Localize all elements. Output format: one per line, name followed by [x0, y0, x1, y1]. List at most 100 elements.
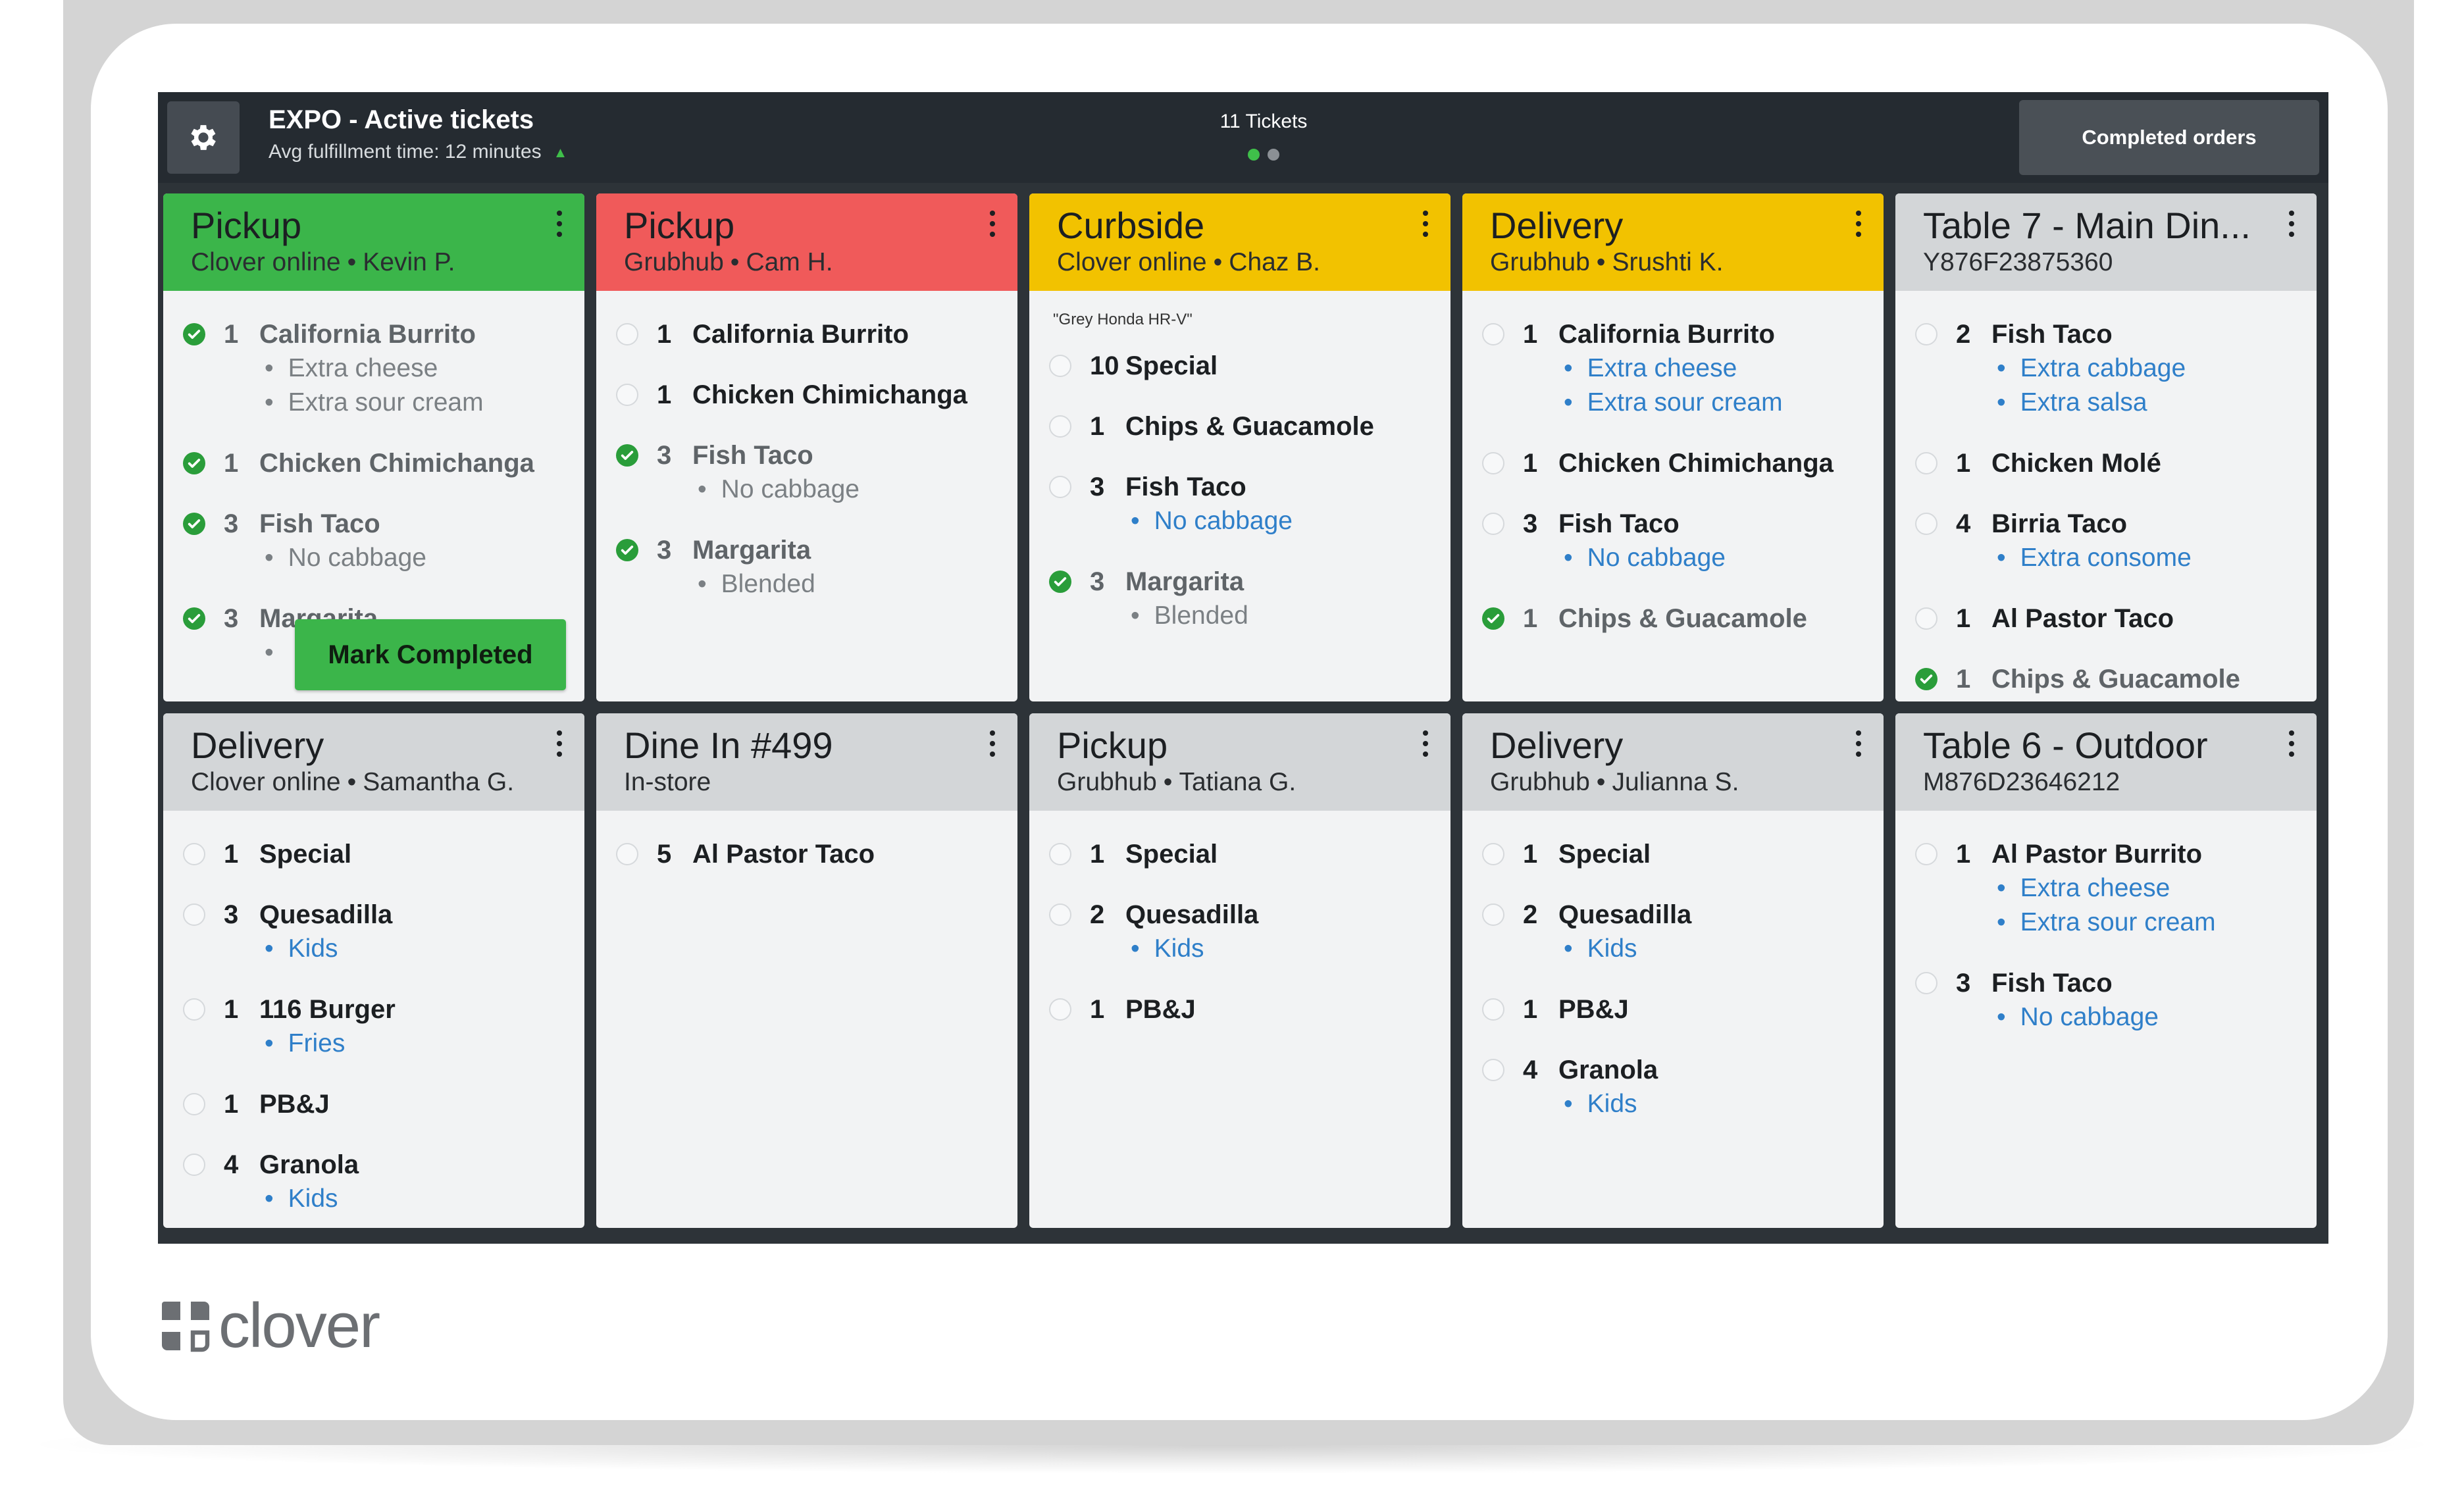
ticket-card[interactable]: Table 7 - Main Din... Y876F23875360 2 Fish …	[1895, 193, 2317, 701]
unchecked-circle-icon[interactable]	[1915, 972, 1938, 994]
order-item[interactable]: 3MargaritaBlended	[1049, 565, 1450, 633]
order-item[interactable]: 1 Chicken Chimichanga	[183, 446, 584, 480]
order-item[interactable]: 10 Special	[1049, 349, 1450, 383]
unchecked-circle-icon[interactable]	[1049, 998, 1071, 1021]
order-item[interactable]: 2 Fish TacoExtra cabbageExtra salsa	[1915, 317, 2317, 420]
checked-circle-icon[interactable]	[616, 539, 638, 561]
order-item[interactable]: 1 Special	[183, 837, 584, 871]
unchecked-circle-icon[interactable]	[1482, 998, 1504, 1021]
more-options-icon[interactable]	[2286, 211, 2297, 237]
order-item[interactable]: 3Fish TacoNo cabbage	[183, 507, 584, 575]
unchecked-circle-icon[interactable]	[1915, 323, 1938, 345]
more-options-icon[interactable]	[554, 211, 565, 237]
unchecked-circle-icon[interactable]	[1049, 476, 1071, 498]
more-options-icon[interactable]	[1420, 211, 1431, 237]
order-item[interactable]: 1 Chicken Molé	[1915, 446, 2317, 480]
checked-circle-icon[interactable]	[183, 513, 205, 535]
order-item[interactable]: 1 Al Pastor Taco	[1915, 601, 2317, 636]
more-options-icon[interactable]	[1853, 730, 1864, 757]
more-options-icon[interactable]	[1853, 211, 1864, 237]
ticket-header[interactable]: Delivery Clover online • Samantha G.	[163, 713, 584, 811]
order-item[interactable]: 3Fish TacoNo cabbage	[1915, 966, 2317, 1034]
unchecked-circle-icon[interactable]	[616, 384, 638, 406]
unchecked-circle-icon[interactable]	[1482, 903, 1504, 926]
unchecked-circle-icon[interactable]	[1482, 513, 1504, 535]
order-item[interactable]: 1 Al Pastor BurritoExtra cheeseExtra sour…	[1915, 837, 2317, 940]
unchecked-circle-icon[interactable]	[1049, 843, 1071, 865]
more-options-icon[interactable]	[2286, 730, 2297, 757]
unchecked-circle-icon[interactable]	[1482, 843, 1504, 865]
order-item[interactable]: 1 116 BurgerFries	[183, 992, 584, 1061]
unchecked-circle-icon[interactable]	[183, 843, 205, 865]
ticket-header[interactable]: Pickup Grubhub • Tatiana G.	[1029, 713, 1450, 811]
ticket-card[interactable]: Delivery Clover online • Samantha G. 1 Specia…	[163, 713, 584, 1228]
unchecked-circle-icon[interactable]	[1915, 452, 1938, 474]
order-item[interactable]: 3 Quesadilla Kids	[183, 898, 584, 966]
page-dot[interactable]	[1268, 149, 1279, 161]
order-item[interactable]: 1 PB&J	[1049, 992, 1450, 1027]
order-item[interactable]: 1 Chips & Guacamole	[1049, 409, 1450, 444]
checked-circle-icon[interactable]	[1482, 607, 1504, 630]
ticket-header[interactable]: Pickup Clover online • Kevin P.	[163, 193, 584, 291]
order-item[interactable]: 1 PB&J	[183, 1087, 584, 1121]
order-item[interactable]: 3Fish TacoNo cabbage	[1049, 470, 1450, 538]
order-item[interactable]: 2 Quesadilla Kids	[1049, 898, 1450, 966]
unchecked-circle-icon[interactable]	[616, 843, 638, 865]
order-item[interactable]: 1 Special	[1482, 837, 1884, 871]
order-item[interactable]: 4 Granola Kids	[183, 1148, 584, 1216]
ticket-card[interactable]: Dine In #499 In-store 5 Al Pastor Taco	[596, 713, 1017, 1228]
ticket-card[interactable]: Pickup Clover online • Kevin P. 1 California …	[163, 193, 584, 701]
order-item[interactable]: 1 California BurritoExtra cheeseExtra sou…	[183, 317, 584, 420]
order-item[interactable]: 1 PB&J	[1482, 992, 1884, 1027]
ticket-card[interactable]: Table 6 - Outdoor M876D23646212 1 Al Pastor…	[1895, 713, 2317, 1228]
checked-circle-icon[interactable]	[183, 452, 205, 474]
checked-circle-icon[interactable]	[616, 444, 638, 467]
unchecked-circle-icon[interactable]	[1915, 607, 1938, 630]
ticket-card[interactable]: Delivery Grubhub • Srushti K. 1 California Bu…	[1462, 193, 1884, 701]
order-item[interactable]: 1 California Burrito	[616, 317, 1017, 351]
ticket-header[interactable]: Pickup Grubhub • Cam H.	[596, 193, 1017, 291]
more-options-icon[interactable]	[1420, 730, 1431, 757]
ticket-header[interactable]: Delivery Grubhub • Julianna S.	[1462, 713, 1884, 811]
order-item[interactable]: 1 Chicken Chimichanga	[616, 378, 1017, 412]
order-item[interactable]: 3MargaritaBlended	[616, 533, 1017, 601]
unchecked-circle-icon[interactable]	[1482, 452, 1504, 474]
order-item[interactable]: 3Fish TacoNo cabbage	[1482, 507, 1884, 575]
checked-circle-icon[interactable]	[1915, 668, 1938, 690]
unchecked-circle-icon[interactable]	[1915, 513, 1938, 535]
page-dot-active[interactable]	[1248, 149, 1260, 161]
checked-circle-icon[interactable]	[183, 323, 205, 345]
order-item[interactable]: 2 Quesadilla Kids	[1482, 898, 1884, 966]
order-item[interactable]: 1 California BurritoExtra cheeseExtra sou…	[1482, 317, 1884, 420]
order-item[interactable]: 1 Special	[1049, 837, 1450, 871]
mark-completed-button[interactable]: Mark Completed	[295, 619, 566, 690]
order-item[interactable]: 3Fish TacoNo cabbage	[616, 438, 1017, 507]
order-item[interactable]: 4 Granola Kids	[1482, 1053, 1884, 1121]
checked-circle-icon[interactable]	[183, 607, 205, 630]
ticket-card[interactable]: Delivery Grubhub • Julianna S. 1 Special 2 Ques…	[1462, 713, 1884, 1228]
unchecked-circle-icon[interactable]	[1482, 323, 1504, 345]
order-item[interactable]: 1 Chips & Guacamole	[1482, 601, 1884, 636]
unchecked-circle-icon[interactable]	[183, 998, 205, 1021]
order-item[interactable]: 5 Al Pastor Taco	[616, 837, 1017, 871]
ticket-header[interactable]: Curbside Clover online • Chaz B.	[1029, 193, 1450, 291]
ticket-card[interactable]: Pickup Grubhub • Tatiana G. 1 Special 2 Quesadi…	[1029, 713, 1450, 1228]
ticket-header[interactable]: Delivery Grubhub • Srushti K.	[1462, 193, 1884, 291]
unchecked-circle-icon[interactable]	[1049, 903, 1071, 926]
unchecked-circle-icon[interactable]	[1049, 355, 1071, 377]
ticket-header[interactable]: Dine In #499 In-store	[596, 713, 1017, 811]
unchecked-circle-icon[interactable]	[183, 903, 205, 926]
more-options-icon[interactable]	[987, 730, 998, 757]
more-options-icon[interactable]	[554, 730, 565, 757]
unchecked-circle-icon[interactable]	[616, 323, 638, 345]
order-item[interactable]: 4 Birria Taco Extra consome	[1915, 507, 2317, 575]
ticket-header[interactable]: Table 7 - Main Din... Y876F23875360	[1895, 193, 2317, 291]
unchecked-circle-icon[interactable]	[183, 1154, 205, 1176]
ticket-card[interactable]: Pickup Grubhub • Cam H. 1 California Burrito 1…	[596, 193, 1017, 701]
unchecked-circle-icon[interactable]	[1915, 843, 1938, 865]
order-item[interactable]: 1 Chicken Chimichanga	[1482, 446, 1884, 480]
more-options-icon[interactable]	[987, 211, 998, 237]
unchecked-circle-icon[interactable]	[1482, 1059, 1504, 1081]
ticket-header[interactable]: Table 6 - Outdoor M876D23646212	[1895, 713, 2317, 811]
checked-circle-icon[interactable]	[1049, 571, 1071, 593]
